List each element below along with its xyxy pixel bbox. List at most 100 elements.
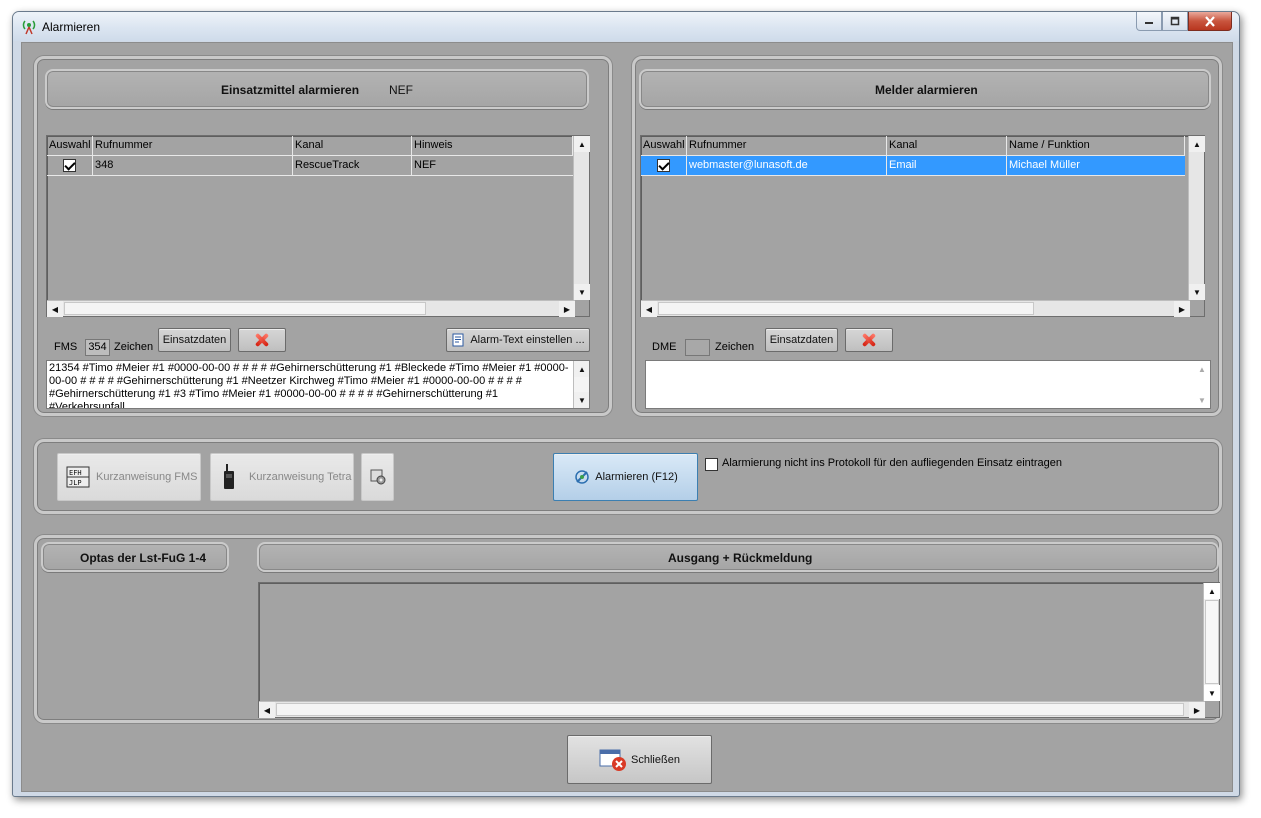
- optas-header: Optas der Lst-FuG 1-4: [41, 542, 229, 572]
- radio-handset-icon: [224, 464, 234, 489]
- row-kanal: RescueTrack: [293, 156, 412, 176]
- window-title: Alarmieren: [42, 20, 101, 34]
- row-checkbox[interactable]: [63, 159, 76, 172]
- scroll-down-icon[interactable]: ▼: [1189, 284, 1205, 300]
- scroll-right-icon[interactable]: ▶: [1174, 301, 1190, 317]
- alarm-text-field[interactable]: 21354 #Timo #Meier #1 #0000-00-00 # # # …: [46, 360, 590, 409]
- col-auswahl[interactable]: Auswahl: [641, 136, 687, 156]
- scroll-thumb[interactable]: [1205, 600, 1219, 684]
- minimize-button[interactable]: [1136, 12, 1162, 31]
- scroll-left-icon[interactable]: ◀: [47, 301, 63, 317]
- grid-header: Auswahl Rufnummer Kanal Name / Funktion: [641, 136, 1185, 156]
- fms-count: 354: [85, 339, 110, 356]
- scroll-up-icon[interactable]: ▲: [1204, 583, 1220, 599]
- scroll-right-icon[interactable]: ▶: [559, 301, 575, 317]
- scroll-down-icon[interactable]: ▼: [574, 392, 589, 408]
- maximize-button[interactable]: [1162, 12, 1188, 31]
- scroll-up-icon[interactable]: ▲: [574, 361, 589, 377]
- table-row[interactable]: 348 RescueTrack NEF: [47, 156, 573, 176]
- scroll-left-icon[interactable]: ◀: [259, 702, 275, 718]
- scroll-down-icon[interactable]: ▼: [1204, 685, 1220, 701]
- scroll-thumb[interactable]: [64, 302, 426, 315]
- action-group: EFH JLP Kurzanweisung FMS Kurzanweisung …: [34, 439, 1222, 514]
- protokoll-checkbox-label[interactable]: Alarmierung nicht ins Protokoll für den …: [722, 457, 1062, 469]
- table-row[interactable]: webmaster@lunasoft.de Email Michael Müll…: [641, 156, 1185, 176]
- einsatzmittel-header: Einsatzmittel alarmieren NEF: [45, 69, 589, 109]
- col-name-funktion[interactable]: Name / Funktion: [1007, 136, 1185, 156]
- col-hinweis[interactable]: Hinweis: [412, 136, 573, 156]
- grid-header: Auswahl Rufnummer Kanal Hinweis: [47, 136, 573, 156]
- alarm-satellite-icon: [575, 470, 589, 484]
- col-kanal[interactable]: Kanal: [293, 136, 412, 156]
- delete-x-icon: [255, 333, 269, 347]
- dme-count: [685, 339, 710, 356]
- row-checkbox-cell[interactable]: [641, 156, 687, 176]
- text-vertical-scrollbar[interactable]: ▲ ▼: [1194, 361, 1210, 408]
- text-vertical-scrollbar[interactable]: ▲ ▼: [573, 361, 589, 408]
- maximize-icon: [1170, 16, 1180, 26]
- minimize-icon: [1145, 22, 1153, 24]
- melder-group: Melder alarmieren Auswahl Rufnummer Kana…: [632, 56, 1222, 416]
- scroll-up-icon[interactable]: ▲: [574, 136, 590, 152]
- ausgang-title: Ausgang + Rückmeldung: [668, 551, 813, 565]
- protokoll-checkbox[interactable]: [705, 458, 718, 471]
- dme-label: DME: [652, 341, 677, 353]
- scroll-up-icon[interactable]: ▲: [1189, 136, 1205, 152]
- output-group: Optas der Lst-FuG 1-4 Ausgang + Rückmeld…: [34, 535, 1222, 723]
- row-checkbox[interactable]: [657, 159, 670, 172]
- row-hinweis: NEF: [412, 156, 573, 176]
- einsatzmittel-title: Einsatzmittel alarmieren: [221, 83, 360, 97]
- row-name: Michael Müller: [1007, 156, 1185, 176]
- kurzanweisung-tetra-label: Kurzanweisung Tetra: [249, 471, 352, 483]
- optas-title: Optas der Lst-FuG 1-4: [80, 551, 207, 565]
- col-rufnummer[interactable]: Rufnummer: [687, 136, 887, 156]
- scroll-down-icon[interactable]: ▼: [574, 284, 590, 300]
- list-vertical-scrollbar[interactable]: ▲ ▼: [1203, 583, 1220, 701]
- delete-button[interactable]: [845, 328, 893, 352]
- svg-text:JLP: JLP: [69, 479, 82, 487]
- scroll-up-icon[interactable]: ▲: [1194, 361, 1210, 377]
- schliessen-button[interactable]: Schließen: [567, 735, 712, 784]
- alarmieren-button[interactable]: Alarmieren (F12): [553, 453, 698, 501]
- svg-text:EFH: EFH: [69, 469, 82, 477]
- einsatzdaten-button[interactable]: Einsatzdaten: [765, 328, 838, 352]
- col-auswahl[interactable]: Auswahl: [47, 136, 93, 156]
- scroll-left-icon[interactable]: ◀: [641, 301, 657, 317]
- alarmieren-window: Alarmieren Einsatzmittel alarmieren NEF …: [12, 11, 1240, 797]
- kurzanweisung-fms-button[interactable]: EFH JLP Kurzanweisung FMS: [57, 453, 201, 501]
- grid-horizontal-scrollbar[interactable]: ◀ ▶: [641, 300, 1190, 317]
- row-checkbox-cell[interactable]: [47, 156, 93, 176]
- alarm-text-button[interactable]: Alarm-Text einstellen ...: [446, 328, 590, 352]
- scroll-down-icon[interactable]: ▼: [1194, 392, 1210, 408]
- ausgang-header: Ausgang + Rückmeldung: [257, 542, 1219, 572]
- melder-grid: Auswahl Rufnummer Kanal Name / Funktion …: [640, 135, 1205, 317]
- ausgang-list[interactable]: ▲ ▼ ◀ ▶: [258, 582, 1220, 718]
- settings-tool-button[interactable]: [361, 453, 394, 501]
- close-icon: [1205, 15, 1215, 27]
- alarm-text-label: Alarm-Text einstellen ...: [470, 334, 585, 346]
- col-kanal[interactable]: Kanal: [887, 136, 1007, 156]
- grid-vertical-scrollbar[interactable]: ▲ ▼: [1188, 136, 1205, 300]
- zeichen-label: Zeichen: [114, 341, 154, 353]
- scroll-thumb[interactable]: [658, 302, 1034, 315]
- grid-vertical-scrollbar[interactable]: ▲ ▼: [573, 136, 590, 300]
- title-bar[interactable]: Alarmieren: [13, 12, 1239, 41]
- einsatzmittel-group: Einsatzmittel alarmieren NEF Auswahl Ruf…: [34, 56, 612, 416]
- scroll-thumb[interactable]: [276, 703, 1184, 716]
- client-area: Einsatzmittel alarmieren NEF Auswahl Ruf…: [21, 42, 1233, 792]
- kurzanweisung-fms-label: Kurzanweisung FMS: [96, 471, 198, 483]
- col-rufnummer[interactable]: Rufnummer: [93, 136, 293, 156]
- einsatzdaten-button[interactable]: Einsatzdaten: [158, 328, 231, 352]
- kurzanweisung-tetra-button[interactable]: Kurzanweisung Tetra: [210, 453, 354, 501]
- melder-text-field[interactable]: ▲ ▼: [645, 360, 1211, 409]
- alarmieren-label: Alarmieren (F12): [595, 471, 678, 483]
- alarm-text-content: 21354 #Timo #Meier #1 #0000-00-00 # # # …: [49, 362, 569, 409]
- list-horizontal-scrollbar[interactable]: ◀ ▶: [259, 701, 1205, 718]
- scroll-right-icon[interactable]: ▶: [1189, 702, 1205, 718]
- delete-button[interactable]: [238, 328, 286, 352]
- close-button[interactable]: [1188, 12, 1232, 31]
- grid-horizontal-scrollbar[interactable]: ◀ ▶: [47, 300, 575, 317]
- zeichen-label: Zeichen: [715, 341, 755, 353]
- delete-x-icon: [862, 333, 876, 347]
- window-close-icon: [599, 749, 627, 771]
